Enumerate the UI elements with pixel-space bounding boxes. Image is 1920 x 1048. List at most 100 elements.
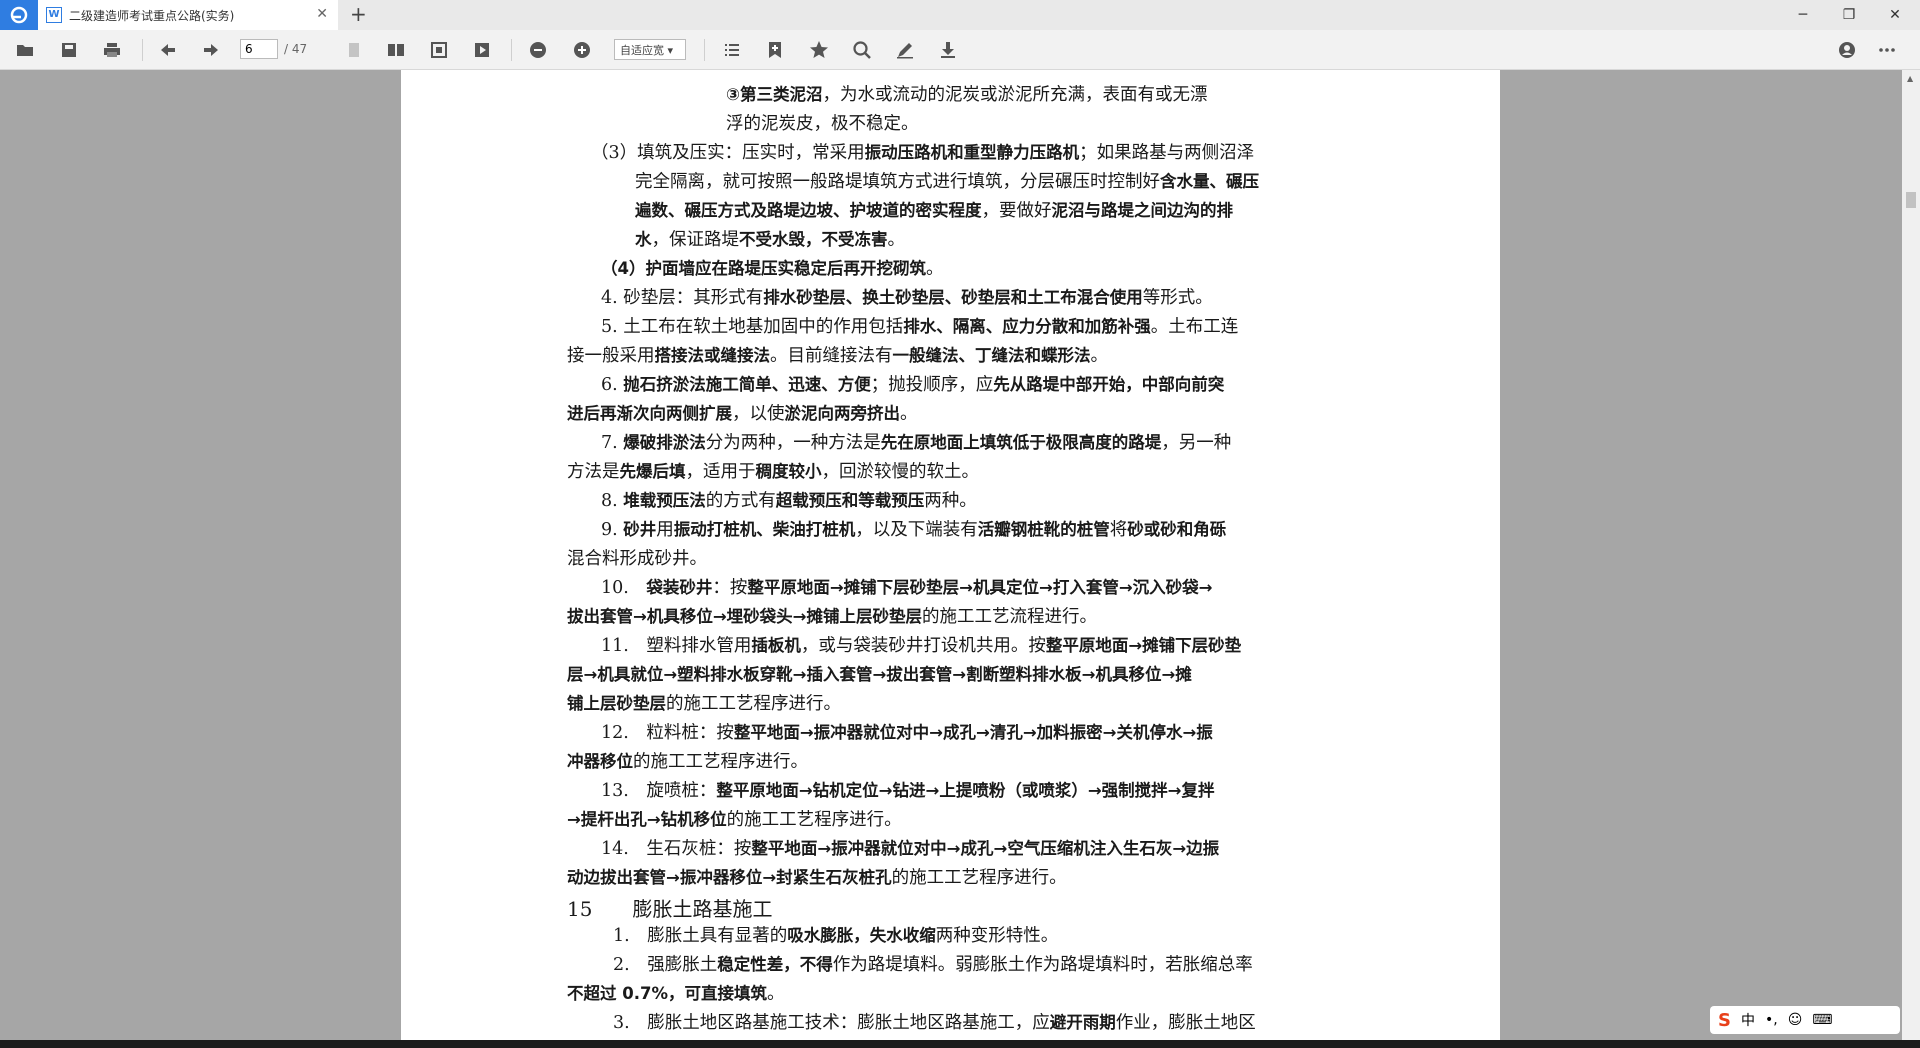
plain-text: 两种变形特性。 — [935, 926, 1059, 946]
bold-text: 先在原地面上填筑低于极限高度的路堤 — [880, 433, 1162, 452]
plain-text: 4. 砂垫层：其形式有 — [601, 288, 764, 308]
save-image-icon[interactable] — [54, 30, 84, 69]
single-page-icon[interactable] — [339, 30, 369, 69]
tab-bar: W 二级建造师考试重点公路(实务) ✕ + ─ ❐ ✕ — [0, 0, 1920, 30]
annotate-pen-icon[interactable] — [890, 30, 920, 69]
bold-text: 先从路堤中部开始，中部向前突 — [993, 375, 1225, 394]
document-page: ③第三类泥沼，为水或流动的泥炭或淤泥所充满，表面有或无漂 浮的泥炭皮，极不稳定。 （… — [401, 70, 1500, 1040]
plain-text: ，要做好 — [981, 201, 1052, 221]
text-line: 13. 旋喷桩：整平原地面→钻机定位→钻进→上提喷粉（或喷浆）→强制搅拌→复拌 — [401, 777, 1500, 806]
bold-text: 吸水膨胀，失水收缩 — [787, 926, 936, 945]
text-line: 铺上层砂垫层的施工工艺程序进行。 — [401, 690, 1500, 719]
bold-text: 进后再渐次向两侧扩展 — [567, 404, 732, 423]
ime-language[interactable]: 中 — [1741, 1010, 1755, 1030]
favorite-star-icon[interactable] — [804, 30, 834, 69]
plain-text: ；抛投顺序，应 — [870, 375, 994, 395]
bold-text: 排水、隔离、应力分散和加筋补强 — [903, 317, 1151, 336]
plain-text: 15 膨胀土路基施工 — [567, 897, 773, 921]
bold-text: 砂井 — [623, 520, 657, 539]
plain-text: （3）填筑及压实：压实时，常采用 — [591, 143, 865, 163]
minimize-button[interactable]: ─ — [1780, 0, 1826, 30]
scroll-thumb[interactable] — [1906, 192, 1916, 208]
ime-emoji-icon[interactable]: ☺ — [1788, 1012, 1803, 1028]
tab-close-icon[interactable]: ✕ — [316, 6, 328, 22]
plain-text: 2. 强膨胀土 — [613, 955, 718, 975]
text-line: 8. 堆载预压法的方式有超载预压和等载预压两种。 — [401, 487, 1500, 516]
next-page-icon[interactable] — [196, 30, 226, 69]
zoom-out-icon[interactable] — [523, 30, 553, 69]
user-account-icon[interactable] — [1832, 30, 1862, 69]
text-line: 14. 生石灰桩：按整平地面→振冲器就位对中→成孔→空气压缩机注入生石灰→边振 — [401, 835, 1500, 864]
plain-text: 。 — [887, 230, 906, 250]
plain-text: ，以使 — [732, 404, 785, 424]
text-line: （4）护面墙应在路堤压实稳定后再开挖砌筑。 — [401, 255, 1500, 284]
plain-text: 混合料形成砂井。 — [567, 549, 707, 569]
plain-text: 的施工工艺流程进行。 — [921, 607, 1097, 627]
bold-text: 振动压路机和重型静力压路机 — [864, 143, 1080, 162]
zoom-in-icon[interactable] — [567, 30, 597, 69]
plain-text: ，以及下端装有 — [855, 520, 978, 540]
plain-text: 的方式有 — [705, 491, 776, 511]
bold-text: 铺上层砂垫层 — [567, 694, 666, 713]
plain-text: 8. — [601, 491, 624, 511]
search-icon[interactable] — [847, 30, 877, 69]
bold-text: 排水砂垫层、换土砂垫层、砂垫层和土工布混合使用 — [763, 288, 1143, 307]
autoplay-icon[interactable] — [467, 30, 497, 69]
print-icon[interactable] — [97, 30, 127, 69]
text-line: 进后再渐次向两侧扩展，以使淤泥向两旁挤出。 — [401, 400, 1500, 429]
text-line: ③第三类泥沼，为水或流动的泥炭或淤泥所充满，表面有或无漂 — [401, 81, 1500, 110]
plain-text: 。 — [1090, 346, 1109, 366]
bold-text: 抛石挤淤法施工简单、迅速、方便 — [623, 375, 871, 394]
text-line: 不超过 0.7%，可直接填筑。 — [401, 980, 1500, 1009]
plain-text: ；如果路基与两侧沼泽 — [1079, 143, 1255, 163]
text-line: 7. 爆破排淤法分为两种，一种方法是先在原地面上填筑低于极限高度的路堤，另一种 — [401, 429, 1500, 458]
text-line: 遍数、碾压方式及路堤边坡、护坡道的密实程度，要做好泥沼与路堤之间边沟的排 — [401, 197, 1500, 226]
bold-text: 含水量、碾压 — [1160, 172, 1259, 191]
fit-page-icon[interactable] — [424, 30, 454, 69]
more-menu-icon[interactable] — [1872, 30, 1902, 69]
text-line: 4. 砂垫层：其形式有排水砂垫层、换土砂垫层、砂垫层和土工布混合使用等形式。 — [401, 284, 1500, 313]
ime-punctuation-icon[interactable]: •, — [1765, 1012, 1778, 1028]
download-icon[interactable] — [933, 30, 963, 69]
plain-text: 的施工工艺程序进行。 — [666, 694, 841, 714]
plain-text: 。 — [900, 404, 918, 424]
bold-text: 动边拔出套管→振冲器移位→封紧生石灰桩孔 — [567, 868, 892, 887]
outline-list-icon[interactable] — [717, 30, 747, 69]
plain-text: ，或与袋装砂井打设机共用。按 — [800, 636, 1046, 656]
plain-text: ，为水或流动的泥炭或淤泥所充满，表面有或无漂 — [822, 85, 1208, 105]
bold-text: 稳定性差，不得 — [717, 955, 833, 974]
bold-text: 整平原地面→摊铺下层砂垫 — [1045, 636, 1242, 655]
plain-text: ，另一种 — [1161, 433, 1232, 453]
ime-toolbar[interactable]: S 中 •, ☺ ⌨ — [1710, 1006, 1900, 1034]
two-page-icon[interactable] — [381, 30, 411, 69]
plain-text: 两种。 — [924, 491, 977, 511]
document-tab[interactable]: W 二级建造师考试重点公路(实务) ✕ — [38, 0, 338, 30]
plain-text: 的施工工艺程序进行。 — [726, 810, 902, 830]
ime-keyboard-icon[interactable]: ⌨ — [1812, 1012, 1832, 1028]
vertical-scrollbar[interactable]: ▲ — [1902, 70, 1920, 1040]
restore-button[interactable]: ❐ — [1826, 0, 1872, 30]
bookmark-add-icon[interactable] — [760, 30, 790, 69]
bold-text: 水 — [635, 230, 652, 249]
app-logo-icon[interactable] — [0, 0, 38, 30]
plain-text: 的施工工艺程序进行。 — [633, 752, 808, 772]
text-line: 完全隔离，就可按照一般路堤填筑方式进行填筑，分层碾压时控制好含水量、碾压 — [401, 168, 1500, 197]
previous-page-icon[interactable] — [153, 30, 183, 69]
plain-text: 9. — [601, 520, 624, 540]
scroll-up-arrow[interactable]: ▲ — [1907, 74, 1913, 83]
plain-text: 10. — [601, 578, 647, 598]
sogou-logo-icon: S — [1718, 1009, 1731, 1031]
document-viewer[interactable]: ③第三类泥沼，为水或流动的泥炭或淤泥所充满，表面有或无漂 浮的泥炭皮，极不稳定。 （… — [0, 70, 1920, 1040]
new-tab-button[interactable]: + — [350, 2, 367, 26]
text-line: →提杆出孔→钻机移位的施工工艺程序进行。 — [401, 806, 1500, 835]
text-line: 9. 砂井用振动打桩机、柴油打桩机，以及下端装有活瓣钢桩靴的桩管将砂或砂和角砾 — [401, 516, 1500, 545]
plain-text: ，保证路堤 — [651, 230, 740, 250]
plain-text: 14. 生石灰桩：按 — [601, 839, 752, 859]
zoom-select[interactable]: 自适应宽 ▾ — [614, 39, 686, 60]
close-window-button[interactable]: ✕ — [1872, 0, 1918, 30]
open-folder-icon[interactable] — [10, 30, 40, 69]
page-number-input[interactable] — [240, 39, 278, 59]
plain-text: 作业，膨胀土地区 — [1115, 1013, 1256, 1033]
text-line: 接一般采用搭接法或缝接法。目前缝接法有一般缝法、丁缝法和蝶形法。 — [401, 342, 1500, 371]
bold-text: 冲器移位 — [567, 752, 633, 771]
